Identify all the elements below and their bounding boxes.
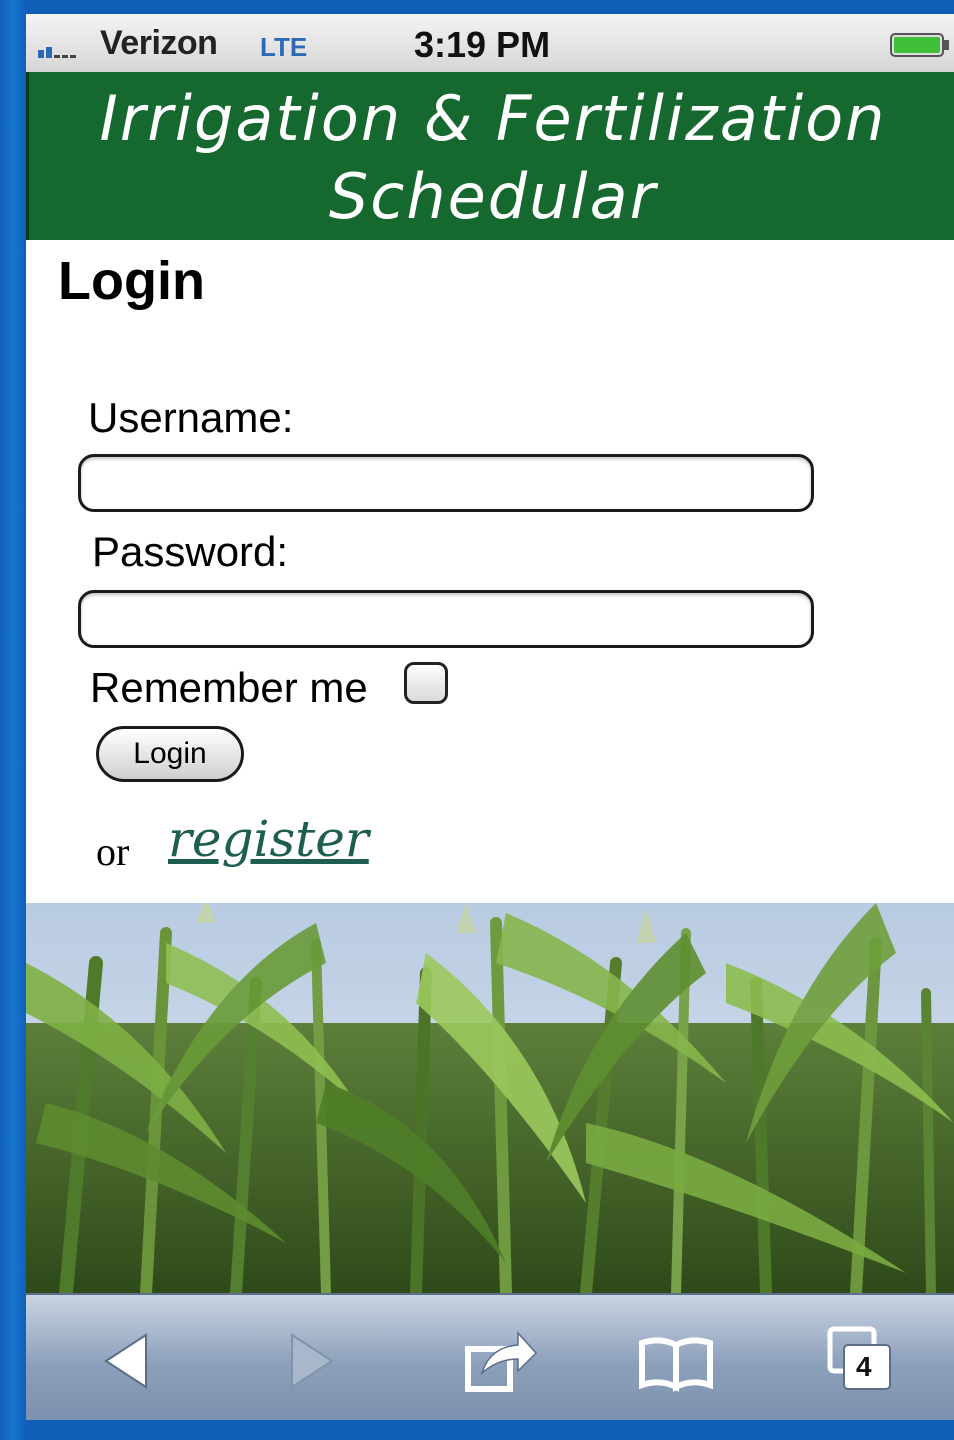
bookmarks-icon <box>639 1337 713 1392</box>
screen: Verizon LTE 3:19 PM Irrigation & Fertili… <box>26 14 954 1420</box>
share-icon <box>465 1331 538 1392</box>
battery-full-icon <box>890 33 949 57</box>
or-text: or <box>96 829 130 874</box>
status-time: 3:19 PM <box>414 24 551 65</box>
password-label: Password: <box>92 528 289 575</box>
password-input[interactable] <box>78 590 814 648</box>
remember-me-checkbox[interactable] <box>404 662 448 704</box>
status-bar: Verizon LTE 3:19 PM <box>26 14 954 73</box>
username-label: Username: <box>88 394 294 441</box>
bookmarks-button[interactable] <box>636 1321 716 1401</box>
app-title: Irrigation & Fertilization Schedular <box>99 82 887 233</box>
tabs-count: 4 <box>856 1351 872 1382</box>
carrier-name: Verizon <box>100 24 218 62</box>
tabs-button[interactable]: 4 <box>822 1321 902 1401</box>
network-type: LTE <box>260 32 308 62</box>
browser-toolbar: 4 <box>26 1293 954 1420</box>
username-input[interactable] <box>78 454 814 512</box>
back-arrow-icon <box>104 1333 147 1389</box>
page-title: Login <box>58 251 205 311</box>
phone-frame: Verizon LTE 3:19 PM Irrigation & Fertili… <box>0 0 954 1440</box>
share-button[interactable] <box>460 1321 540 1401</box>
remember-me-label: Remember me <box>90 664 368 711</box>
corn-field-photo <box>26 903 954 1293</box>
login-button[interactable]: Login <box>96 726 244 782</box>
register-link[interactable]: register <box>168 810 369 868</box>
forward-button[interactable] <box>276 1321 356 1401</box>
forward-arrow-icon <box>291 1333 334 1389</box>
back-button[interactable] <box>96 1321 176 1401</box>
signal-bars-icon <box>38 47 76 58</box>
app-header: Irrigation & Fertilization Schedular <box>26 72 954 240</box>
